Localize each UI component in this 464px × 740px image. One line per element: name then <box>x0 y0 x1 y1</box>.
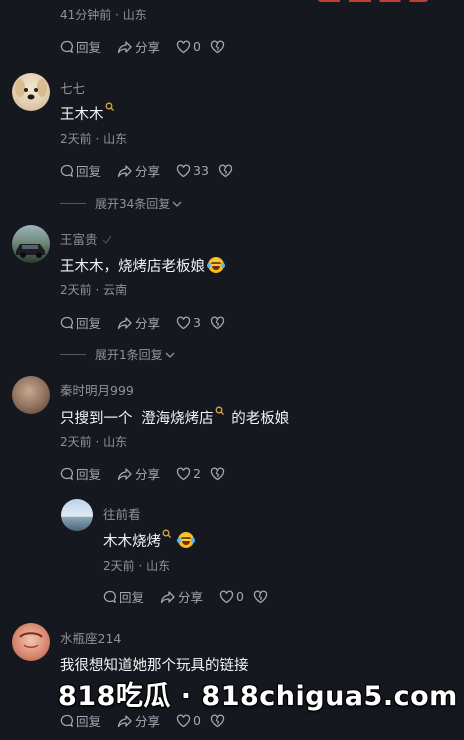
expand-replies-button[interactable]: 展开1条回复 <box>60 346 175 363</box>
comment-text: 王木木 <box>60 102 115 124</box>
broken-heart-icon <box>210 467 225 480</box>
comment-meta: 41分钟前 · 山东 <box>60 8 147 22</box>
reply-meta: 2天前 · 山东 <box>103 559 171 573</box>
avatar[interactable] <box>12 623 50 661</box>
like-count: 3 <box>193 315 201 330</box>
share-button[interactable]: 分享 <box>117 464 160 483</box>
reply-button[interactable]: 回复 <box>60 711 101 730</box>
reply-button[interactable]: 回复 <box>103 587 144 606</box>
share-button[interactable]: 分享 <box>117 711 160 730</box>
comment-actions: 回复 分享 0 <box>60 37 243 56</box>
share-icon <box>117 467 132 480</box>
reply-icon <box>60 467 73 480</box>
share-icon <box>117 40 132 53</box>
comment-text: 王木木，烧烤店老板娘 <box>60 255 225 276</box>
search-icon[interactable] <box>162 529 172 539</box>
avatar[interactable] <box>12 225 50 263</box>
reply-icon <box>60 316 73 329</box>
heart-icon <box>176 316 191 329</box>
share-icon <box>160 590 175 603</box>
heart-icon <box>176 40 191 53</box>
like-count: 2 <box>193 466 201 481</box>
divider <box>60 354 86 355</box>
reply-icon <box>60 40 73 53</box>
broken-heart-icon <box>210 714 225 727</box>
heart-icon <box>176 714 191 727</box>
comment-meta: 2天前 · 山东 <box>60 435 128 449</box>
dislike-button[interactable] <box>210 714 227 728</box>
top-edge-mark <box>318 0 428 2</box>
broken-heart-icon <box>210 316 225 329</box>
share-button[interactable]: 分享 <box>117 161 160 180</box>
watermark: 818吃瓜 · 818chigua5.com <box>58 681 458 712</box>
reply-actions: 回复 分享 0 <box>103 587 286 606</box>
dislike-button[interactable] <box>210 316 227 330</box>
comment-text: 只搜到一个 澄海烧烤店 的老板娘 <box>60 406 289 428</box>
search-icon[interactable] <box>105 102 115 112</box>
heart-icon <box>176 164 191 177</box>
broken-heart-icon <box>210 40 225 53</box>
comment-actions: 回复 分享 2 <box>60 464 243 483</box>
comment-meta: 2天前 · 云南 <box>60 283 128 297</box>
share-button[interactable]: 分享 <box>117 37 160 56</box>
broken-heart-icon <box>253 590 268 603</box>
reply-icon <box>103 590 116 603</box>
like-button[interactable]: 3 <box>176 315 201 330</box>
comment-actions: 回复 分享 33 <box>60 161 251 180</box>
reply-text: 木木烧烤 <box>103 529 195 551</box>
chevron-down-icon <box>172 201 182 207</box>
share-icon <box>117 164 132 177</box>
dislike-button[interactable] <box>253 590 270 604</box>
comment-username[interactable]: 王富贵 <box>60 229 112 248</box>
dislike-button[interactable] <box>218 164 235 178</box>
check-icon <box>102 235 111 244</box>
reply-button[interactable]: 回复 <box>60 464 101 483</box>
comment-actions: 回复 分享 0 <box>60 711 243 730</box>
comment-username[interactable]: 秦时明月999 <box>60 380 134 399</box>
reply-username[interactable]: 往前看 <box>103 504 141 523</box>
comment-username[interactable]: 水瓶座214 <box>60 628 121 647</box>
comment-meta: 2天前 · 山东 <box>60 132 128 146</box>
heart-icon <box>176 467 191 480</box>
share-button[interactable]: 分享 <box>117 313 160 332</box>
share-icon <box>117 316 132 329</box>
face-illustration-icon <box>19 632 43 648</box>
like-count: 0 <box>193 713 201 728</box>
expand-replies-button[interactable]: 展开34条回复 <box>60 195 182 212</box>
dislike-button[interactable] <box>210 467 227 481</box>
like-button[interactable]: 2 <box>176 466 201 481</box>
dog-face-icon <box>15 79 47 100</box>
broken-heart-icon <box>218 164 233 177</box>
comment-actions: 回复 分享 3 <box>60 313 243 332</box>
share-icon <box>117 714 132 727</box>
like-count: 0 <box>193 39 201 54</box>
avatar[interactable] <box>61 499 93 531</box>
reply-icon <box>60 714 73 727</box>
like-button[interactable]: 0 <box>176 713 201 728</box>
reply-button[interactable]: 回复 <box>60 37 101 56</box>
dislike-button[interactable] <box>210 40 227 54</box>
avatar[interactable] <box>12 376 50 414</box>
comment-username[interactable]: 七七 <box>60 78 85 97</box>
search-link[interactable]: 澄海烧烤店 <box>141 406 225 427</box>
like-count: 33 <box>193 163 209 178</box>
laughing-crying-emoji-icon <box>177 532 195 548</box>
reply-button[interactable]: 回复 <box>60 313 101 332</box>
reply-icon <box>60 164 73 177</box>
avatar[interactable] <box>12 73 50 111</box>
chevron-down-icon <box>165 352 175 358</box>
reply-button[interactable]: 回复 <box>60 161 101 180</box>
share-button[interactable]: 分享 <box>160 587 203 606</box>
like-count: 0 <box>236 589 244 604</box>
search-icon <box>215 406 224 416</box>
like-button[interactable]: 0 <box>219 589 244 604</box>
car-photo-icon <box>16 244 45 258</box>
like-button[interactable]: 0 <box>176 39 201 54</box>
divider <box>60 203 86 204</box>
laughing-crying-emoji-icon <box>207 257 225 273</box>
like-button[interactable]: 33 <box>176 163 209 178</box>
comment-text: 我很想知道她那个玩具的链接 <box>60 658 249 674</box>
heart-icon <box>219 590 234 603</box>
